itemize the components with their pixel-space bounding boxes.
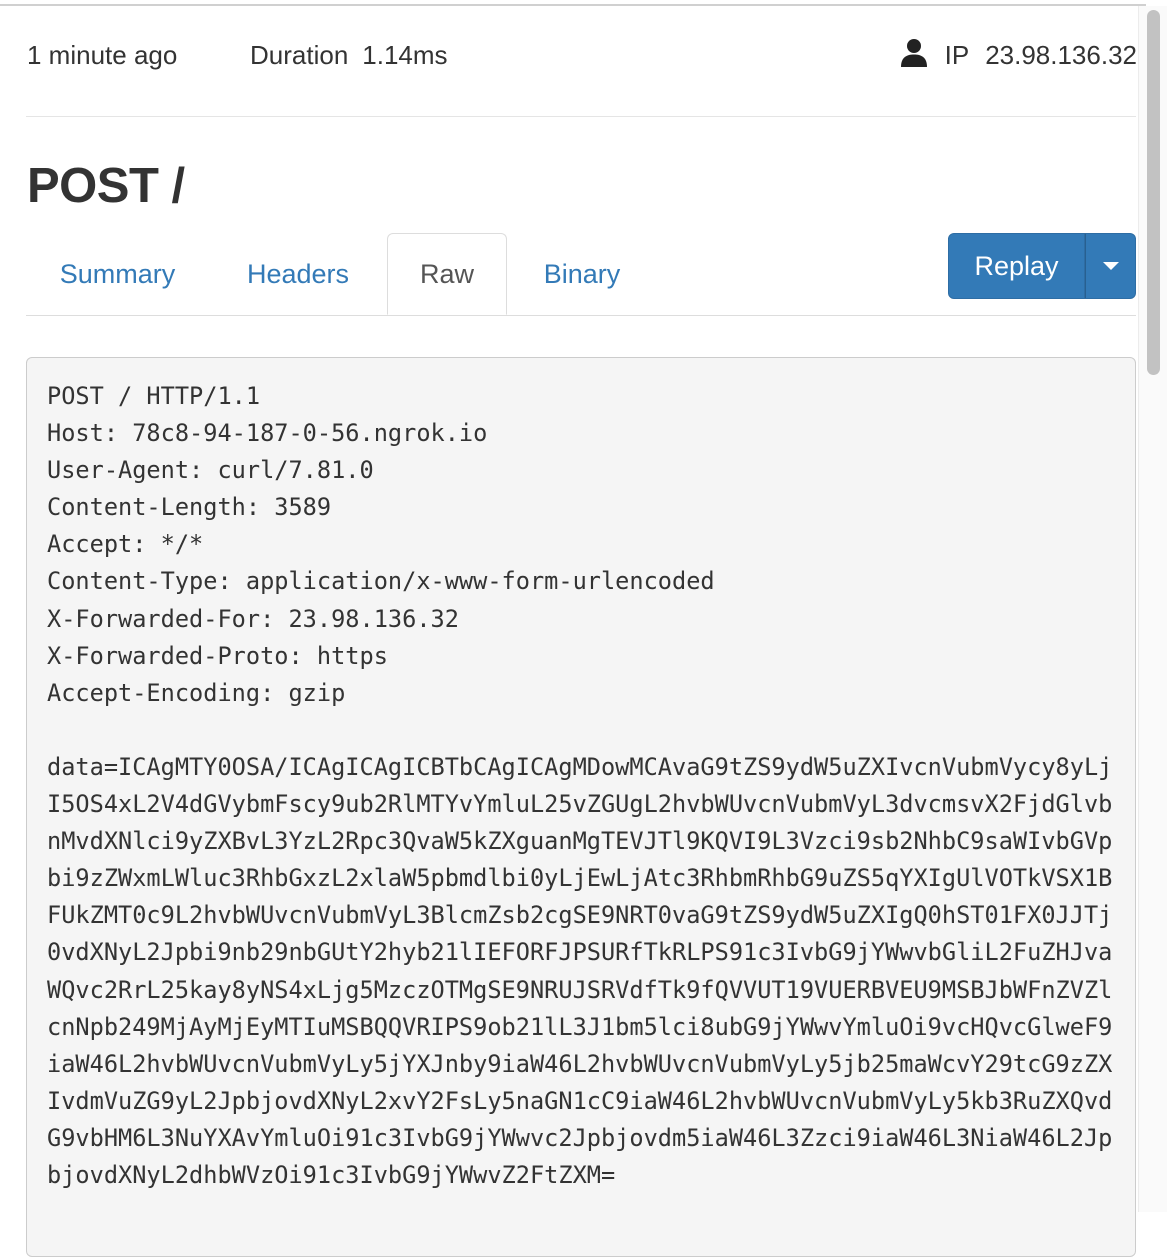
raw-line: Host: 78c8-94-187-0-56.ngrok.io [47, 419, 488, 448]
scrollbar[interactable] [1138, 6, 1167, 1212]
user-icon [900, 39, 927, 67]
raw-line: X-Forwarded-Proto: https [47, 641, 388, 670]
raw-line: POST / HTTP/1.1 [47, 382, 261, 410]
replay-button-group: Replay [948, 233, 1136, 299]
request-meta: 1 minute ago Duration 1.14ms IP 23.98.136.… [27, 39, 1137, 76]
page-title: POST / [27, 159, 185, 213]
tab-binary[interactable]: Binary [507, 233, 657, 315]
scrollbar-thumb[interactable] [1147, 10, 1160, 375]
raw-line: data=ICAgMTY0OSA/ICAgICAgICBTbCAgICAgMDo… [47, 752, 1113, 1189]
duration-label: Duration [250, 40, 349, 70]
tab-raw[interactable]: Raw [387, 233, 507, 315]
raw-line: Accept: */* [47, 530, 204, 559]
top-border [0, 4, 1146, 6]
tab-baseline [26, 315, 1136, 316]
tab-summary[interactable]: Summary [26, 233, 209, 315]
raw-line: User-Agent: curl/7.81.0 [47, 456, 374, 485]
replay-button[interactable]: Replay [948, 233, 1085, 299]
client-ip: IP 23.98.136.32 [899, 39, 1137, 71]
duration: Duration 1.14ms [250, 40, 448, 71]
ip-value: 23.98.136.32 [985, 40, 1137, 70]
ip-label: IP [944, 40, 970, 70]
replay-dropdown-toggle[interactable] [1085, 233, 1136, 299]
raw-line: Content-Type: application/x-www-form-url… [47, 567, 715, 596]
time-ago: 1 minute ago [27, 40, 178, 70]
raw-line: X-Forwarded-For: 23.98.136.32 [47, 604, 459, 633]
tab-headers[interactable]: Headers [209, 233, 387, 315]
raw-request-content: POST / HTTP/1.1 Host: 78c8-94-187-0-56.n… [26, 357, 1136, 1257]
raw-line: Content-Length: 3589 [47, 493, 332, 522]
caret-down-icon [1102, 262, 1119, 270]
raw-line: Accept-Encoding: gzip [47, 678, 346, 707]
duration-value: 1.14ms [362, 40, 448, 70]
header-divider [26, 116, 1136, 117]
